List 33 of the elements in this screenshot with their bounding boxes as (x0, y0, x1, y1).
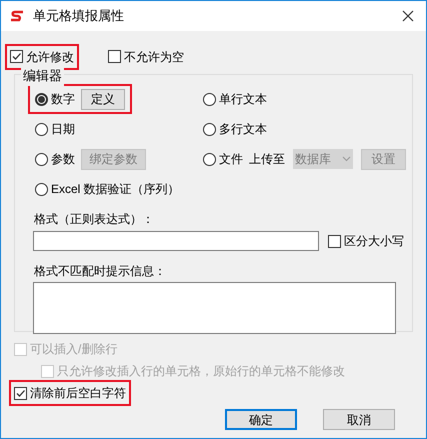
radio-button[interactable] (35, 122, 48, 136)
radio-button[interactable] (203, 122, 216, 136)
radio-label: 数字 (51, 91, 75, 108)
checkbox[interactable]: 清除前后空白字符 (11, 382, 129, 404)
checkmark-icon (11, 51, 22, 62)
checkbox[interactable]: 区分大小写 (325, 230, 407, 252)
message-text-area[interactable] (33, 282, 396, 334)
app-logo-icon (9, 10, 25, 22)
radio-label: 多行文本 (219, 121, 267, 138)
radio-label: 文件 (219, 151, 243, 168)
radio-button[interactable] (35, 152, 48, 166)
regex-input-field[interactable] (33, 231, 319, 251)
chevron-down-icon (342, 156, 351, 162)
radio-label: 日期 (51, 121, 75, 138)
radio-button[interactable] (35, 182, 48, 196)
upload-label: 上传至 (249, 151, 285, 168)
checkbox[interactable]: 允许修改 (7, 46, 77, 68)
radio-label: Excel 数据验证（序列） (51, 181, 180, 198)
push-button[interactable]: 定义 (81, 88, 125, 110)
radio-label: 单行文本 (219, 91, 267, 108)
group-legend: 编辑器 (21, 66, 64, 86)
dialog-button[interactable]: 取消 (323, 409, 395, 430)
close-icon (402, 10, 414, 22)
radio-button[interactable] (35, 92, 48, 106)
checkmark-icon (15, 388, 26, 398)
format-label: 格式（正则表达式）： (33, 211, 155, 228)
dialog-button[interactable]: 确定 (225, 409, 297, 430)
message-label: 格式不匹配时提示信息： (33, 263, 167, 280)
window-title: 单元格填报属性 (33, 7, 124, 26)
radio-label: 参数 (51, 151, 75, 168)
radio-button[interactable] (203, 92, 216, 106)
checkbox[interactable]: 不允许为空 (105, 46, 187, 68)
radio-button[interactable] (203, 152, 216, 166)
